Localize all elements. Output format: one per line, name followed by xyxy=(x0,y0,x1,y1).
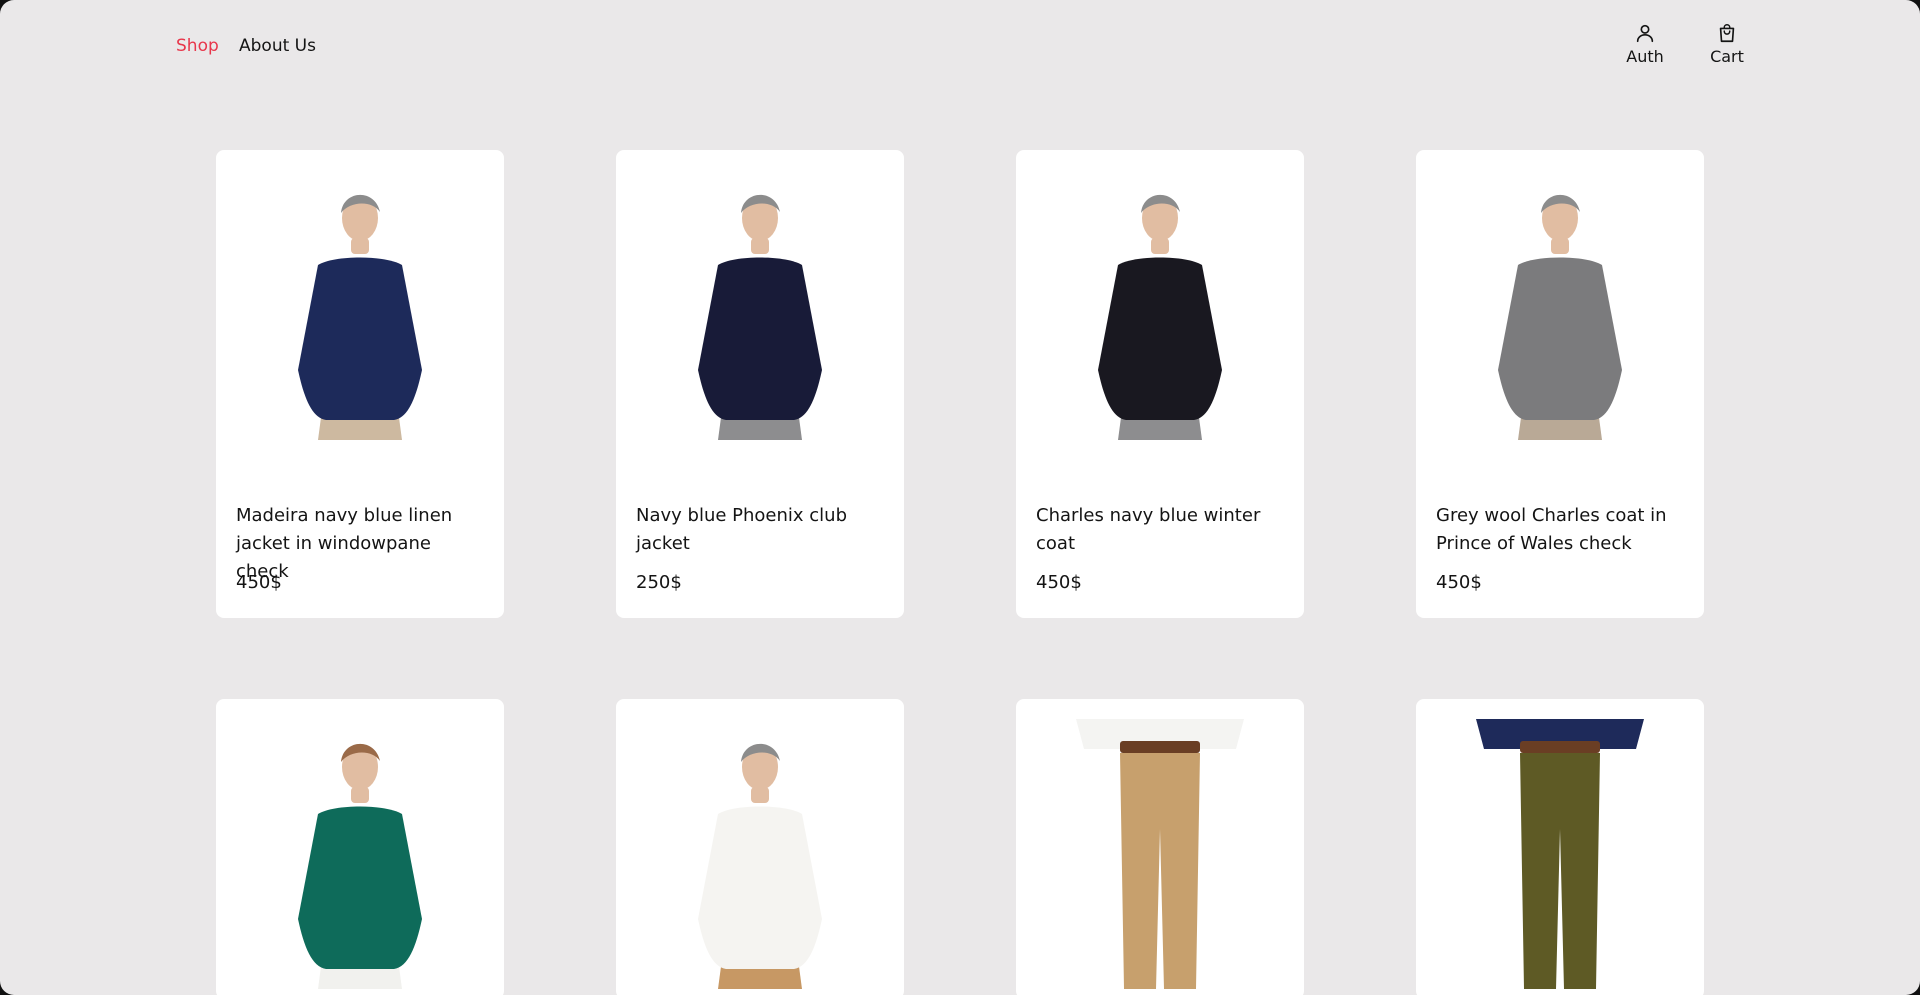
product-image xyxy=(236,170,484,440)
cart-button[interactable]: Cart xyxy=(1692,21,1762,67)
product-price: 450$ xyxy=(236,572,282,593)
model-bottom xyxy=(1120,753,1200,989)
product-name: Grey wool Charles coat in Prince of Wale… xyxy=(1436,505,1667,554)
model-top xyxy=(698,806,822,969)
model-photo-icon xyxy=(1098,194,1222,440)
product-name: Charles navy blue winter coat xyxy=(1036,505,1261,554)
model-top xyxy=(298,806,422,969)
product-price: 450$ xyxy=(1036,572,1082,593)
product-card[interactable] xyxy=(1416,699,1704,995)
product-image xyxy=(1036,170,1284,440)
cart-label: Cart xyxy=(1710,47,1744,66)
model-photo-icon xyxy=(698,743,822,989)
product-price: 450$ xyxy=(1436,572,1482,593)
product-image xyxy=(236,719,484,989)
product-image xyxy=(636,170,884,440)
product-name: Navy blue Phoenix club jacket xyxy=(636,505,848,554)
product-image xyxy=(1036,719,1284,989)
model-photo-icon xyxy=(298,743,422,989)
product-card[interactable] xyxy=(616,699,904,995)
model-photo-icon xyxy=(1498,194,1622,440)
product-price: 250$ xyxy=(636,572,682,593)
product-card[interactable]: Madeira navy blue linen jacket in window… xyxy=(216,150,504,618)
auth-label: Auth xyxy=(1626,47,1664,66)
header: Shop About Us Auth Cart xyxy=(0,0,1920,95)
product-card[interactable] xyxy=(1016,699,1304,995)
product-card[interactable] xyxy=(216,699,504,995)
product-image xyxy=(1436,170,1684,440)
auth-button[interactable]: Auth xyxy=(1610,21,1680,67)
trousers-photo-icon xyxy=(1076,719,1244,989)
product-image xyxy=(636,719,884,989)
product-card[interactable]: Grey wool Charles coat in Prince of Wale… xyxy=(1416,150,1704,618)
model-top xyxy=(1098,257,1222,420)
app-window: Shop About Us Auth Cart Madeira navy blu… xyxy=(0,0,1920,995)
nav-shop-link[interactable]: Shop xyxy=(176,36,219,56)
product-card[interactable]: Navy blue Phoenix club jacket 250$ xyxy=(616,150,904,618)
model-photo-icon xyxy=(698,194,822,440)
model-bottom xyxy=(1520,753,1600,989)
model-photo-icon xyxy=(298,194,422,440)
model-top xyxy=(1498,257,1622,420)
trousers-photo-icon xyxy=(1476,719,1644,989)
model-top xyxy=(298,257,422,420)
product-card[interactable]: Charles navy blue winter coat 450$ xyxy=(1016,150,1304,618)
product-image xyxy=(1436,719,1684,989)
user-icon xyxy=(1636,24,1654,43)
shopping-bag-icon xyxy=(1719,24,1735,43)
model-top xyxy=(698,257,822,420)
nav-about-us-link[interactable]: About Us xyxy=(239,36,316,56)
